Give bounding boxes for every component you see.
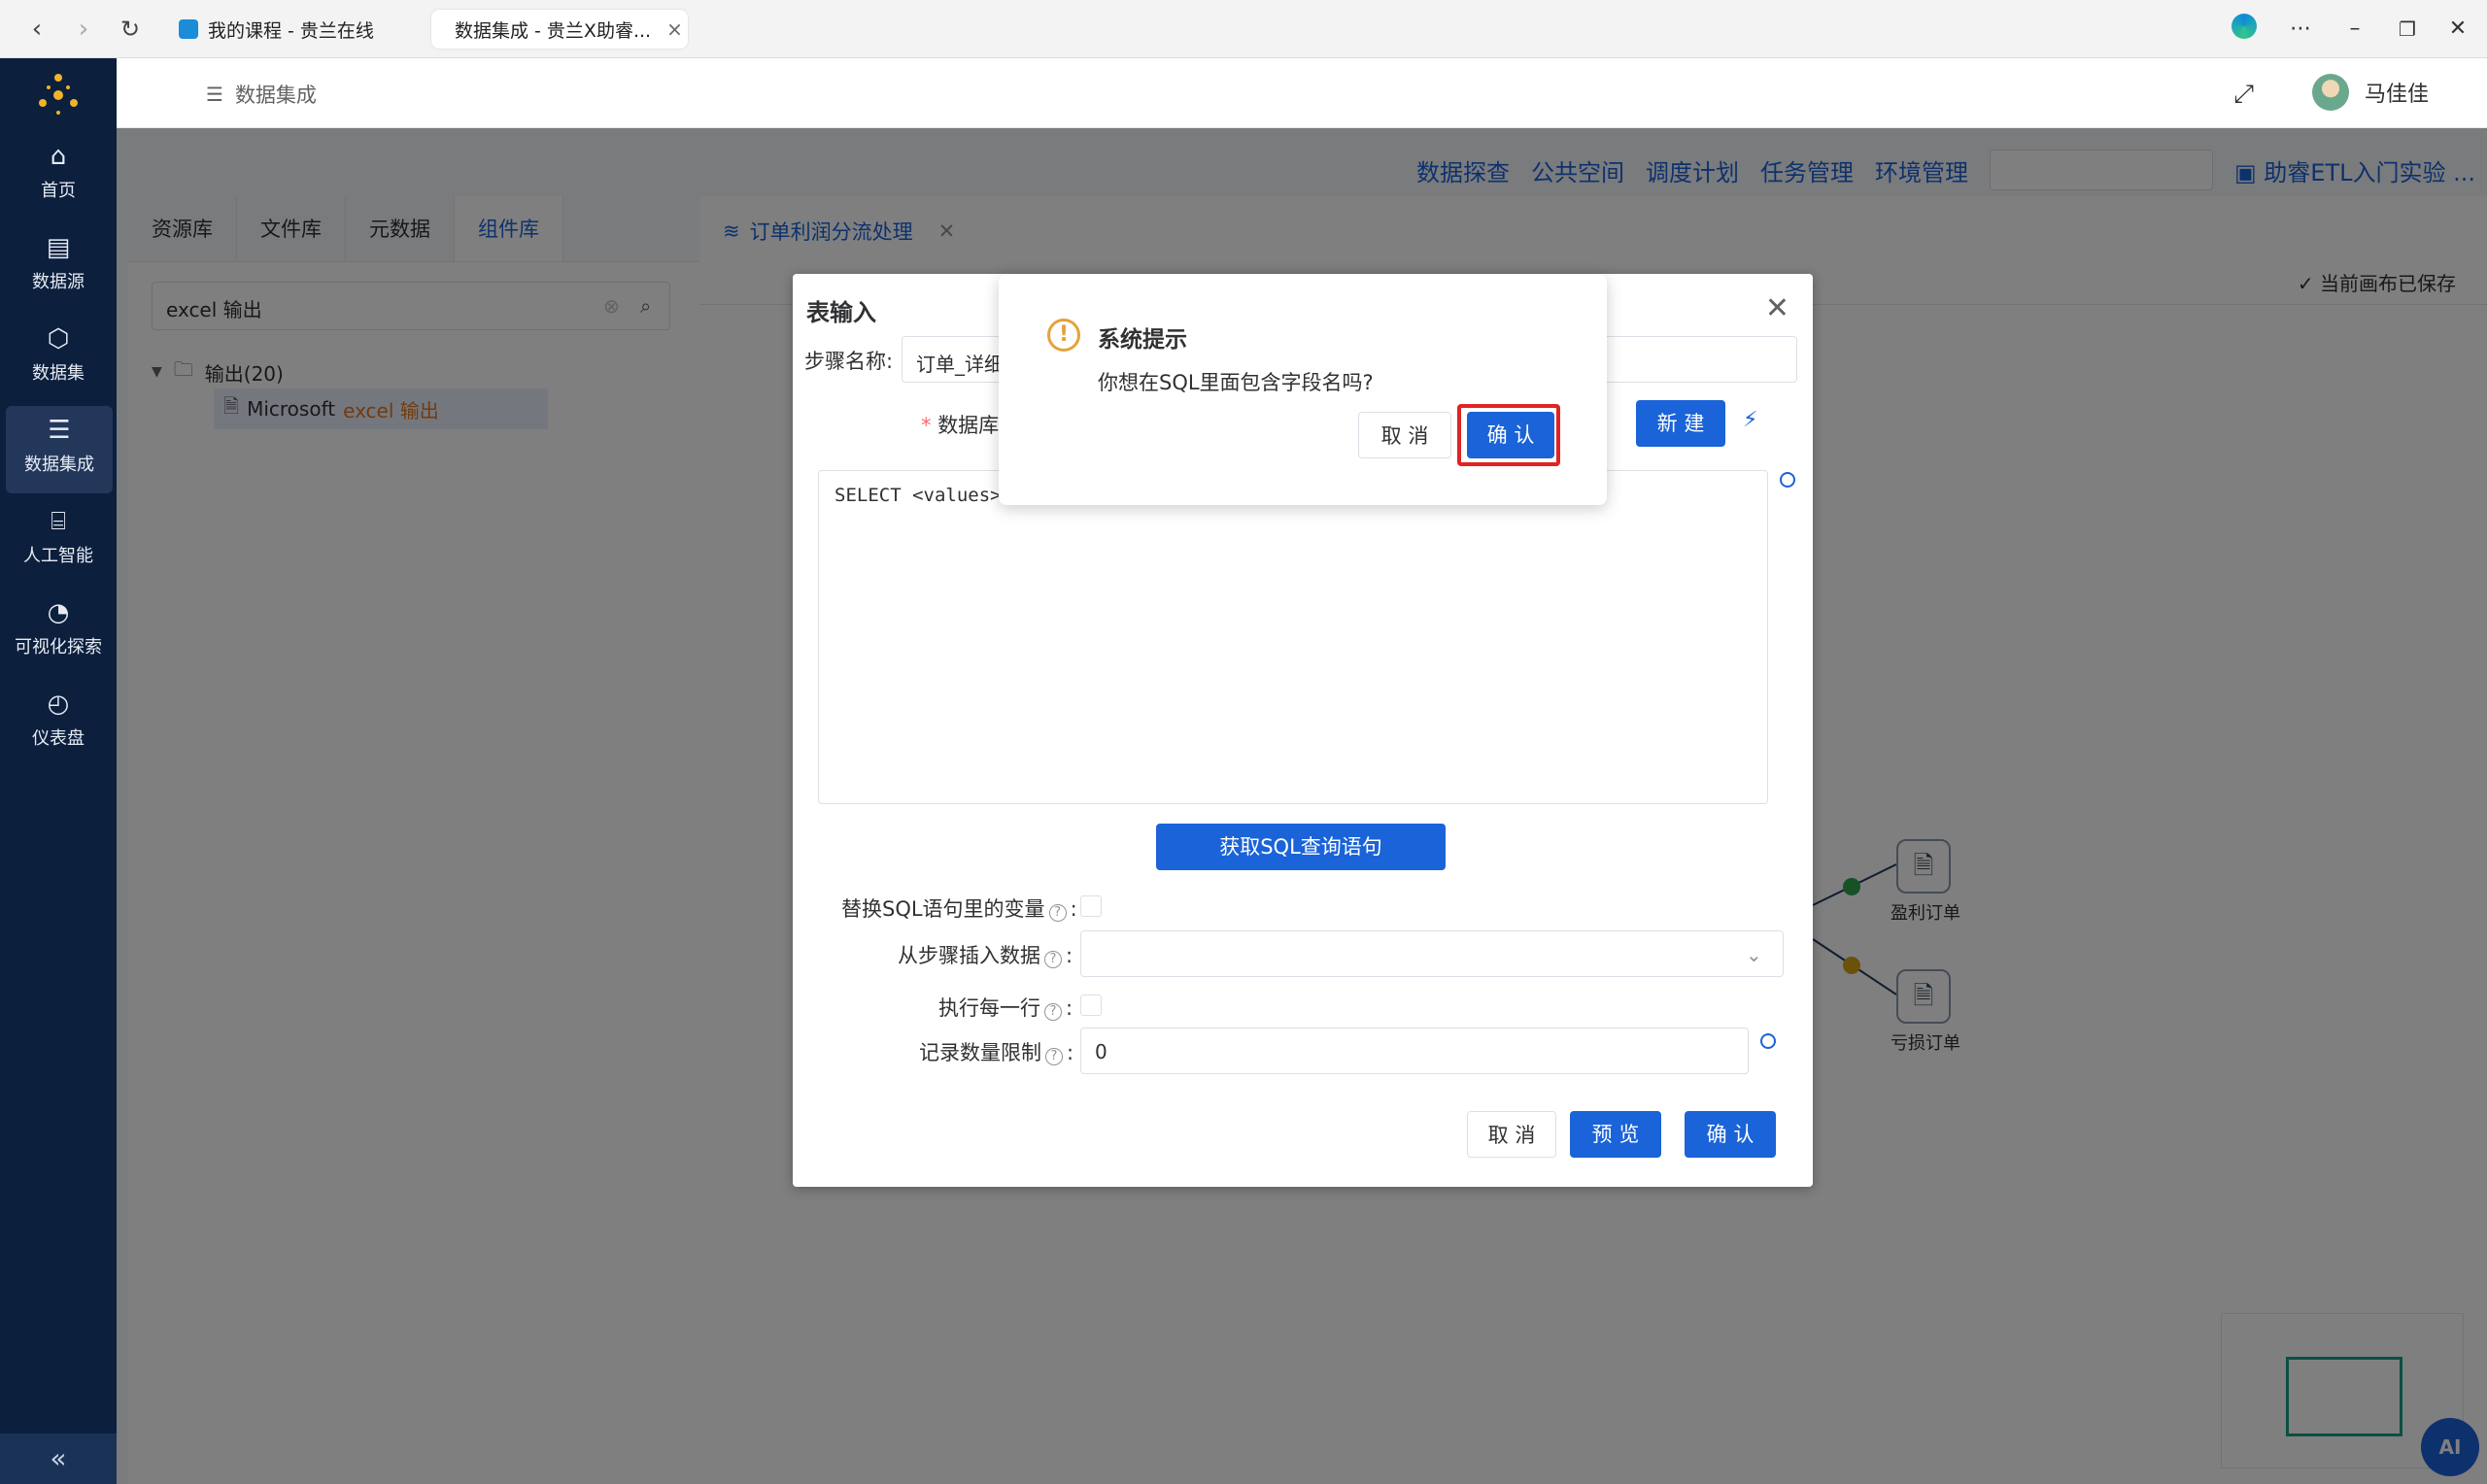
wizard-wand-icon[interactable]: ⚡: [1743, 408, 1757, 432]
server-icon: ☰: [48, 416, 71, 445]
replace-vars-label: 替换SQL语句里的变量?:: [841, 897, 1077, 922]
browser-tab-title: 数据集成 - 贵兰X助睿...: [455, 19, 652, 42]
insert-from-step-label: 从步骤插入数据?:: [898, 944, 1073, 968]
more-icon[interactable]: ⋯: [2285, 14, 2316, 45]
app-logo[interactable]: [33, 70, 84, 120]
sidebar-item-data-integration[interactable]: ☰ 数据集成: [6, 406, 113, 493]
new-connection-button[interactable]: 新 建: [1636, 400, 1725, 447]
user-name: 马佳佳: [2364, 83, 2429, 107]
sidebar-item-label: 数据集成: [24, 455, 94, 475]
sidebar-item-home[interactable]: ⌂ 首页: [0, 132, 117, 219]
database-icon: ▤: [46, 233, 71, 262]
edge-icon[interactable]: [2229, 14, 2260, 45]
record-limit-value: 0: [1095, 1040, 1107, 1063]
step-name-value: 订单_详细: [916, 353, 1004, 376]
warning-icon: !: [1047, 319, 1080, 352]
step-name-label: 步骤名称:: [804, 350, 894, 373]
browser-toolbar: ‹ › ↻ 我的课程 - 贵兰在线 数据集成 - 贵兰X助睿... × ⋯ – …: [0, 0, 2487, 58]
restore-icon[interactable]: ❐: [2392, 14, 2423, 45]
dialog-confirm-button[interactable]: 确 认: [1685, 1111, 1776, 1158]
record-limit-input[interactable]: 0: [1080, 1028, 1749, 1074]
close-icon[interactable]: ✕: [1765, 291, 1789, 325]
help-icon[interactable]: ?: [1044, 1003, 1062, 1021]
help-icon[interactable]: ?: [1044, 951, 1062, 968]
record-limit-label: 记录数量限制?:: [919, 1041, 1074, 1065]
sidebar-item-label: 人工智能: [23, 546, 93, 566]
insert-from-step-text: 从步骤插入数据: [898, 944, 1040, 967]
info-icon[interactable]: [1780, 472, 1795, 488]
close-tab-icon[interactable]: ×: [666, 17, 683, 41]
double-chevron-left-icon: «: [50, 1442, 67, 1474]
user-menu[interactable]: 马佳佳: [2311, 74, 2429, 111]
sql-text: SELECT <values> F: [835, 485, 1024, 506]
replace-vars-text: 替换SQL语句里的变量: [841, 897, 1045, 921]
insert-from-step-select[interactable]: ⌄: [1080, 930, 1784, 977]
sidebar-item-label: 仪表盘: [32, 728, 85, 749]
exec-each-row-label: 执行每一行?:: [938, 996, 1073, 1021]
avatar: [2311, 74, 2349, 111]
info-icon[interactable]: [1760, 1033, 1776, 1049]
course-favicon-icon: [179, 19, 198, 39]
minimize-icon[interactable]: –: [2339, 14, 2370, 45]
sidebar-item-dashboard[interactable]: ◴ 仪表盘: [0, 680, 117, 767]
help-icon[interactable]: ?: [1045, 1048, 1063, 1065]
back-icon[interactable]: ‹: [21, 14, 52, 45]
get-sql-button[interactable]: 获取SQL查询语句: [1156, 824, 1446, 870]
close-window-icon[interactable]: ✕: [2442, 14, 2473, 45]
sidebar-item-label: 数据源: [32, 272, 85, 292]
sidebar-item-ai[interactable]: ⌸ 人工智能: [0, 497, 117, 585]
browser-tab-title: 我的课程 - 贵兰在线: [208, 19, 374, 42]
prompt-title: 系统提示: [1098, 327, 1187, 353]
sidebar-item-label: 数据集: [32, 363, 85, 384]
system-prompt-dialog: ! 系统提示 你想在SQL里面包含字段名吗? 取 消 确 认: [999, 274, 1607, 505]
breadcrumb-current: 数据集成: [234, 84, 317, 107]
prompt-message: 你想在SQL里面包含字段名吗?: [1098, 371, 1374, 394]
database-label: * 数据库: [921, 414, 1000, 437]
sidebar: ⌂ 首页 ▤ 数据源 ⬡ 数据集 ☰ 数据集成 ⌸ 人工智能 ◔ 可视化探索 ◴…: [0, 58, 117, 1484]
chevron-down-icon: ⌄: [1746, 943, 1762, 966]
dialog-title: 表输入: [806, 299, 876, 326]
app-header: ☰ 数据集成 ⤢ 马佳佳: [117, 58, 2487, 128]
help-icon[interactable]: ?: [1048, 904, 1067, 922]
sidebar-item-visual-explore[interactable]: ◔ 可视化探索: [0, 589, 117, 676]
replace-vars-checkbox[interactable]: [1080, 895, 1102, 917]
gauge-icon: ◴: [47, 690, 70, 719]
breadcrumb: ☰ 数据集成: [206, 80, 317, 109]
browser-tab-data-integration[interactable]: 数据集成 - 贵兰X助睿... ×: [431, 10, 688, 49]
dialog-preview-button[interactable]: 预 览: [1570, 1111, 1661, 1158]
dialog-cancel-button[interactable]: 取 消: [1467, 1111, 1556, 1158]
sidebar-item-label: 可视化探索: [15, 637, 102, 658]
exec-each-row-checkbox[interactable]: [1080, 995, 1102, 1016]
menu-list-icon: ☰: [206, 83, 223, 106]
cube-icon: ⬡: [47, 324, 70, 354]
browser-tab-courses[interactable]: 我的课程 - 贵兰在线: [165, 10, 388, 49]
pie-chart-icon: ◔: [47, 598, 70, 627]
fullscreen-icon[interactable]: ⤢: [2233, 80, 2254, 110]
sidebar-item-label: 首页: [41, 181, 76, 201]
highlight-box: [1457, 404, 1560, 466]
sidebar-item-datasource[interactable]: ▤ 数据源: [0, 223, 117, 311]
ai-icon: ⌸: [51, 507, 66, 536]
forward-icon[interactable]: ›: [68, 14, 99, 45]
record-limit-text: 记录数量限制: [919, 1041, 1041, 1064]
sidebar-collapse-button[interactable]: «: [0, 1433, 117, 1484]
prompt-cancel-button[interactable]: 取 消: [1358, 412, 1451, 458]
database-label-text: 数据库: [937, 414, 1000, 437]
home-icon: ⌂: [50, 142, 67, 171]
sidebar-item-dataset[interactable]: ⬡ 数据集: [0, 315, 117, 402]
sql-editor[interactable]: SELECT <values> F: [818, 470, 1768, 804]
exec-each-row-text: 执行每一行: [938, 996, 1040, 1020]
reload-icon[interactable]: ↻: [115, 14, 146, 45]
